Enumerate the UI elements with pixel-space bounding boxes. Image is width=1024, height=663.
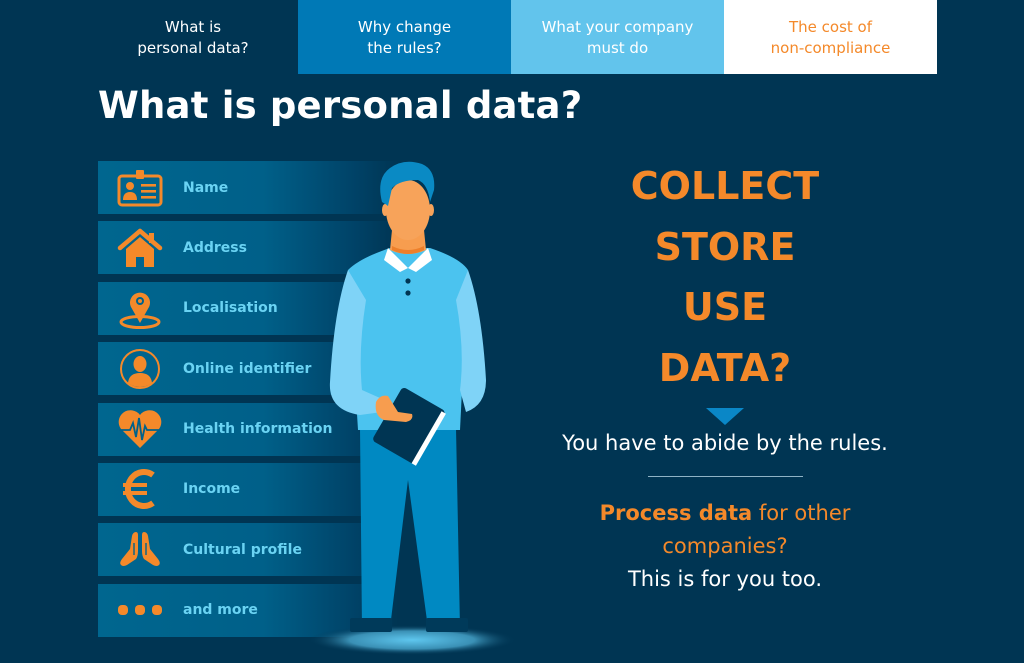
for-you-text: This is for you too. xyxy=(627,567,823,591)
list-item-label: Income xyxy=(183,481,241,498)
list-item-label: Cultural profile xyxy=(183,541,302,558)
list-item-label: Address xyxy=(183,239,247,256)
abide-rules-text: You have to abide by the rules. xyxy=(562,431,888,455)
tab-why-change-the-rules[interactable]: Why change the rules? xyxy=(298,0,511,74)
headline-line: USE xyxy=(682,285,768,329)
headline-line: COLLECT xyxy=(630,164,820,208)
floor-spotlight xyxy=(308,625,516,655)
person-illustration xyxy=(300,150,530,663)
tab-cost-of-non-compliance[interactable]: The cost of non-compliance xyxy=(724,0,937,74)
list-item-label: and more xyxy=(183,602,258,619)
collect-store-use-headline: COLLECT STORE USE DATA? xyxy=(560,156,890,398)
face xyxy=(386,180,430,240)
headline-line: STORE xyxy=(654,224,796,269)
id-badge-icon xyxy=(110,161,170,214)
left-shoe xyxy=(350,618,392,632)
tab-what-your-company-must-do[interactable]: What your company must do xyxy=(511,0,724,74)
process-data-question: Process data for other companies? xyxy=(560,497,890,563)
process-data-bold: Process data xyxy=(599,501,753,525)
location-pin-icon xyxy=(110,282,170,335)
tab-label: The cost of non-compliance xyxy=(770,18,891,57)
page-title: What is personal data? xyxy=(98,84,583,127)
callout-panel: COLLECT STORE USE DATA? You have to abid… xyxy=(560,156,890,596)
ellipsis-icon xyxy=(110,584,170,637)
list-item-label: Online identifier xyxy=(183,360,312,377)
praying-hands-icon xyxy=(110,523,170,576)
headline-line: DATA? xyxy=(658,345,792,390)
tab-what-is-personal-data[interactable]: What is personal data? xyxy=(88,0,298,74)
down-arrow-icon xyxy=(706,408,744,425)
user-profile-icon xyxy=(110,342,170,395)
heart-pulse-icon xyxy=(110,403,170,456)
right-shoe xyxy=(426,618,468,632)
list-item-label: Name xyxy=(183,179,229,196)
tab-label: What your company must do xyxy=(541,18,694,57)
divider xyxy=(647,476,803,477)
house-icon xyxy=(110,221,170,274)
tab-label: What is personal data? xyxy=(137,18,249,57)
section-tabs: What is personal data? Why change the ru… xyxy=(88,0,937,74)
list-item-label: Localisation xyxy=(183,300,278,317)
tab-label: Why change the rules? xyxy=(357,18,452,57)
euro-icon xyxy=(110,463,170,516)
